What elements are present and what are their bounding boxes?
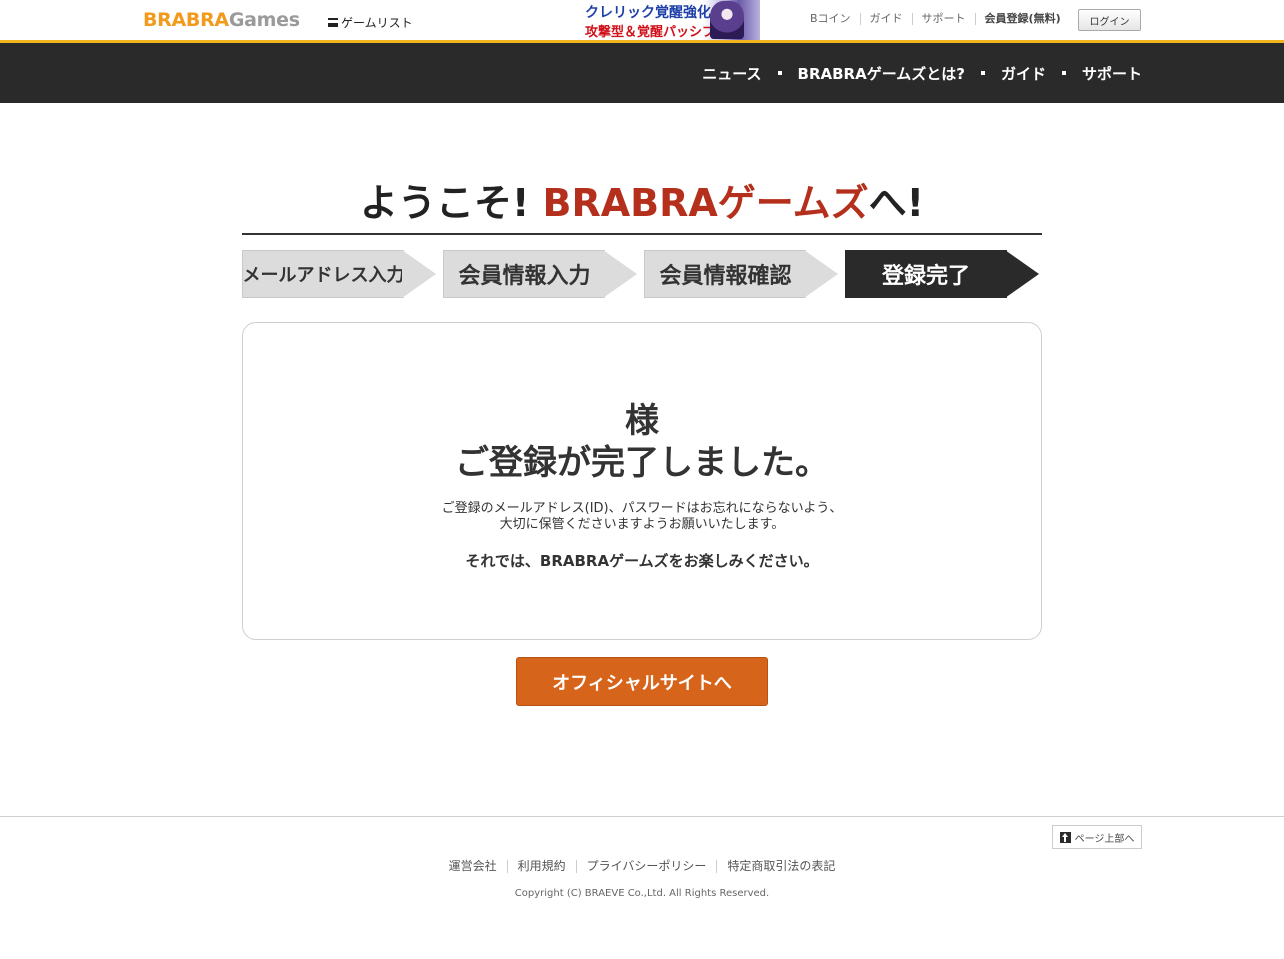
- logo-primary: BRABRA: [143, 9, 229, 31]
- footer-link-company[interactable]: 運営会社: [439, 860, 507, 873]
- footer-link-privacy[interactable]: プライバシーポリシー: [575, 860, 717, 873]
- brabra-games-logo[interactable]: BRABRAGames: [143, 9, 300, 31]
- nav-separator: [777, 71, 782, 75]
- game-list-label: ゲームリスト: [341, 16, 413, 30]
- step-arrow: [603, 250, 637, 298]
- hamburger-icon: [328, 18, 338, 27]
- page-title: ようこそ! BRABRAゲームズへ!: [242, 172, 1042, 227]
- footer-links: 運営会社 利用規約 プライバシーポリシー 特定商取引法の表記: [0, 860, 1284, 873]
- step-email-input: メールアドレス入力: [242, 250, 436, 298]
- title-divider: [242, 233, 1042, 235]
- copyright: Copyright (C) BRAEVE Co.,Ltd. All Rights…: [514, 888, 770, 899]
- top-bar: BRABRAGames ゲームリスト クレリック覚醒強化! 攻撃型＆覚醒パッシブ…: [0, 0, 1284, 40]
- footer-divider: [0, 816, 1284, 817]
- nav-separator: [1061, 71, 1066, 75]
- login-button[interactable]: ログイン: [1078, 9, 1141, 31]
- promo-banner[interactable]: クレリック覚醒強化! 攻撃型＆覚醒パッシブ: [582, 0, 760, 40]
- step-arrow: [402, 250, 436, 298]
- step-member-info-confirm: 会員情報確認: [644, 250, 838, 298]
- banner-line1: クレリック覚醒強化!: [585, 5, 718, 21]
- step-member-info-input: 会員情報入力: [443, 250, 637, 298]
- main-nav-bar: ニュース BRABRAゲームズとは? ガイド サポート: [0, 43, 1284, 103]
- logo-secondary: Games: [228, 9, 300, 31]
- official-site-button[interactable]: オフィシャルサイトへ: [516, 657, 768, 706]
- step-arrow: [804, 250, 838, 298]
- character-illustration-icon: [710, 1, 744, 39]
- header-link-support[interactable]: サポート: [911, 13, 975, 25]
- nav-item-guide[interactable]: ガイド: [1001, 63, 1046, 84]
- arrow-up-icon: [1059, 831, 1071, 843]
- header-link-register[interactable]: 会員登録(無料): [974, 13, 1070, 25]
- enjoy-message: それでは、BRABRAゲームズをお楽しみください。: [465, 552, 819, 570]
- welcome-suffix: へ!: [868, 181, 925, 225]
- nav-separator: [980, 71, 985, 75]
- registration-complete-message: ご登録が完了しました。: [455, 443, 829, 483]
- note-line-2: 大切に保管くださいますようお願いいたします。: [499, 517, 785, 532]
- banner-line2: 攻撃型＆覚醒パッシブ: [585, 25, 716, 40]
- header-link-guide[interactable]: ガイド: [859, 13, 912, 25]
- header-links: Bコイン ガイド サポート 会員登録(無料): [808, 13, 1070, 25]
- step-label: メールアドレス入力: [242, 250, 405, 298]
- step-label: 会員情報確認: [644, 250, 806, 298]
- footer-link-commerce-law[interactable]: 特定商取引法の表記: [716, 860, 845, 873]
- completion-card: 様 ご登録が完了しました。 ご登録のメールアドレス(ID)、パスワードはお忘れに…: [242, 322, 1042, 640]
- header-link-bcoin[interactable]: Bコイン: [808, 13, 860, 25]
- step-label: 会員情報入力: [443, 250, 605, 298]
- registration-steps: メールアドレス入力 会員情報入力 会員情報確認 登録完了: [242, 250, 1042, 298]
- nav-item-about[interactable]: BRABRAゲームズとは?: [798, 63, 965, 84]
- footer-link-terms[interactable]: 利用規約: [506, 860, 576, 873]
- page-top-button[interactable]: ページ上部へ: [1052, 825, 1142, 849]
- nav-item-support[interactable]: サポート: [1082, 63, 1142, 84]
- step-arrow: [1005, 250, 1039, 298]
- welcome-prefix: ようこそ!: [359, 181, 543, 225]
- page-top-label: ページ上部へ: [1074, 833, 1135, 845]
- nav-item-news[interactable]: ニュース: [702, 63, 761, 84]
- step-label: 登録完了: [845, 250, 1007, 298]
- game-list-menu[interactable]: ゲームリスト: [328, 14, 413, 31]
- welcome-brand: BRABRAゲームズ: [542, 181, 869, 225]
- main-nav: ニュース BRABRAゲームズとは? ガイド サポート: [702, 43, 1142, 103]
- step-registration-complete: 登録完了: [845, 250, 1039, 298]
